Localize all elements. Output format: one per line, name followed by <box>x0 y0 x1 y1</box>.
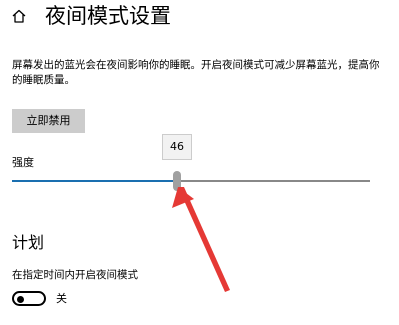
page-title: 夜间模式设置 <box>45 4 171 28</box>
toggle-state-label: 关 <box>56 292 67 305</box>
home-icon[interactable] <box>11 8 27 24</box>
slider-value-tooltip: 46 <box>162 134 192 160</box>
description-text: 屏幕发出的蓝光会在夜间影响你的睡眠。开启夜间模式可减少屏幕蓝光，提高你的睡眠质量… <box>12 59 380 86</box>
toggle-knob <box>17 295 24 303</box>
disable-now-button[interactable]: 立即禁用 <box>12 109 85 133</box>
schedule-label: 在指定时间内开启夜间模式 <box>12 269 138 281</box>
strength-slider[interactable] <box>12 171 370 191</box>
schedule-toggle[interactable] <box>12 291 46 306</box>
slider-fill <box>12 180 177 182</box>
slider-thumb[interactable] <box>173 171 181 191</box>
strength-label: 强度 <box>12 156 34 169</box>
schedule-heading: 计划 <box>12 233 45 252</box>
